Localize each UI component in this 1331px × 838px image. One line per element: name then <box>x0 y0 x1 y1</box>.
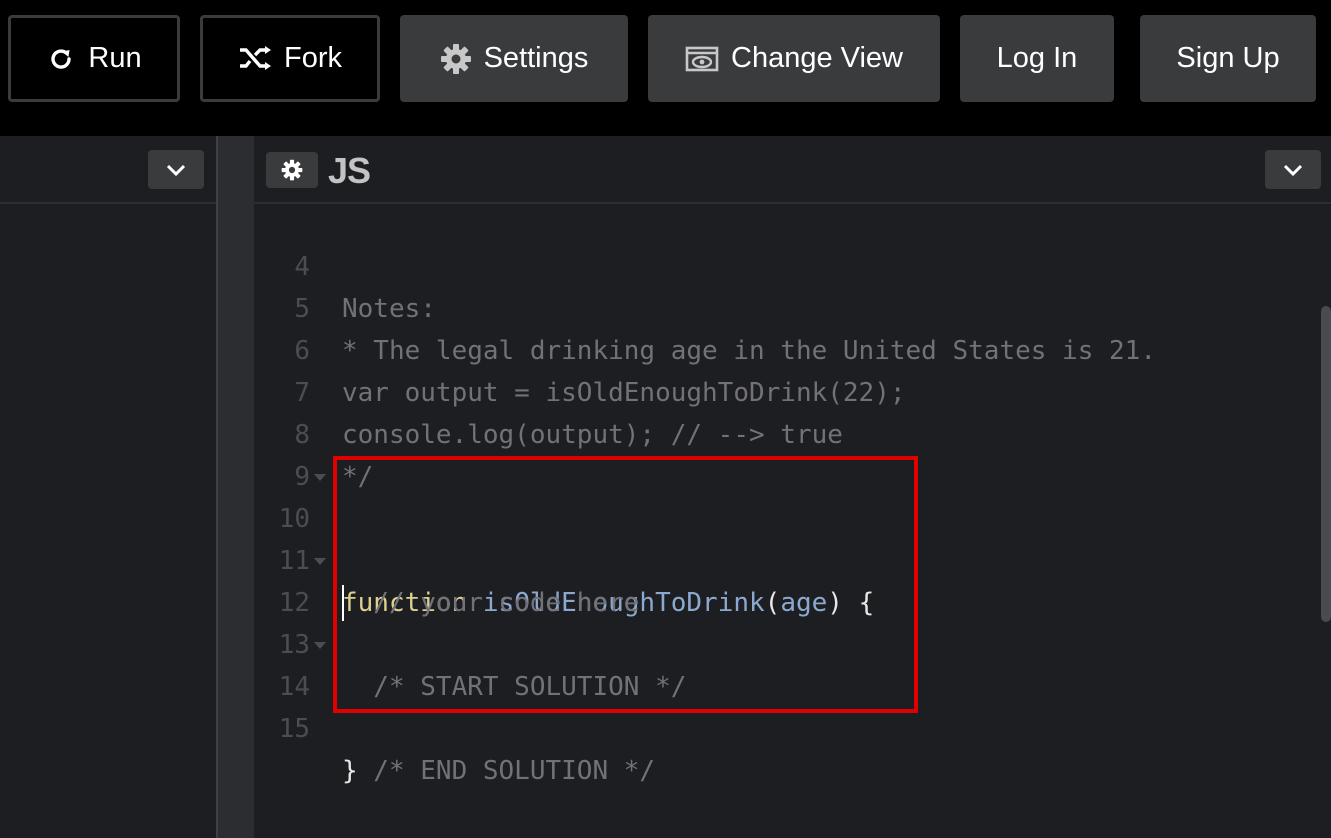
left-pane-collapse-button[interactable] <box>148 150 204 189</box>
fold-arrow-icon[interactable] <box>314 558 326 565</box>
log-in-button[interactable]: Log In <box>960 15 1114 102</box>
fork-button[interactable]: Fork <box>200 15 380 102</box>
code-line: 10 function isOldEnoughToDrink(age) { <box>254 456 1321 618</box>
text-cursor <box>342 585 344 621</box>
sign-up-label: Sign Up <box>1176 42 1280 74</box>
sign-up-button[interactable]: Sign Up <box>1140 15 1316 102</box>
fold-arrow-icon[interactable] <box>314 642 326 649</box>
js-editor-header: JS <box>254 136 1331 204</box>
fold-arrow-icon[interactable] <box>314 474 326 481</box>
view-icon <box>685 46 719 72</box>
code-line: 9 <box>254 414 1321 492</box>
vertical-scrollbar[interactable] <box>1321 306 1331 622</box>
code-line: 6 var output = isOldEnoughToDrink(22); <box>254 288 1321 408</box>
left-editor-pane <box>0 136 216 838</box>
settings-button[interactable]: Settings <box>400 15 628 102</box>
line-number: 15 <box>278 714 310 744</box>
refresh-icon <box>46 44 76 74</box>
code-line: 13 <box>254 582 1321 660</box>
js-settings-button[interactable] <box>266 152 318 188</box>
code-line: 11 // your code here <box>254 498 1321 618</box>
code-line: 14 /* END SOLUTION */ <box>254 624 1321 786</box>
change-view-button[interactable]: Change View <box>648 15 940 102</box>
fork-icon <box>238 45 272 73</box>
code-line: 4 Notes: <box>254 204 1321 324</box>
chevron-down-icon <box>165 163 187 177</box>
top-toolbar: Run Fork Settings Change View Log In Sig… <box>0 0 1331 124</box>
change-view-label: Change View <box>731 42 903 74</box>
code-line: 15 } <box>254 666 1321 786</box>
js-pane-collapse-button[interactable] <box>1265 150 1321 189</box>
code-line: 5 * The legal drinking age in the United… <box>254 246 1321 366</box>
chevron-down-icon <box>1282 163 1304 177</box>
pane-resize-handle[interactable] <box>216 136 254 838</box>
left-pane-header <box>0 136 216 204</box>
js-editor-pane: JS 4 Notes: 5 * The legal drinking age i… <box>254 136 1331 838</box>
code-line: 8 */ <box>254 372 1321 492</box>
gear-icon <box>440 43 472 75</box>
editor-language-label: JS <box>328 150 371 191</box>
settings-label: Settings <box>483 42 589 74</box>
code-text: } <box>342 756 358 786</box>
log-in-label: Log In <box>996 42 1078 74</box>
gear-icon <box>281 159 303 181</box>
fork-label: Fork <box>284 42 342 74</box>
code-line: 7 console.log(output); // --> true <box>254 330 1321 450</box>
code-text: /* END SOLUTION */ <box>342 756 656 786</box>
code-area[interactable]: 4 Notes: 5 * The legal drinking age in t… <box>254 204 1321 786</box>
code-line: 12 /* START SOLUTION */ <box>254 540 1321 702</box>
run-button[interactable]: Run <box>8 15 180 102</box>
run-label: Run <box>88 42 142 74</box>
